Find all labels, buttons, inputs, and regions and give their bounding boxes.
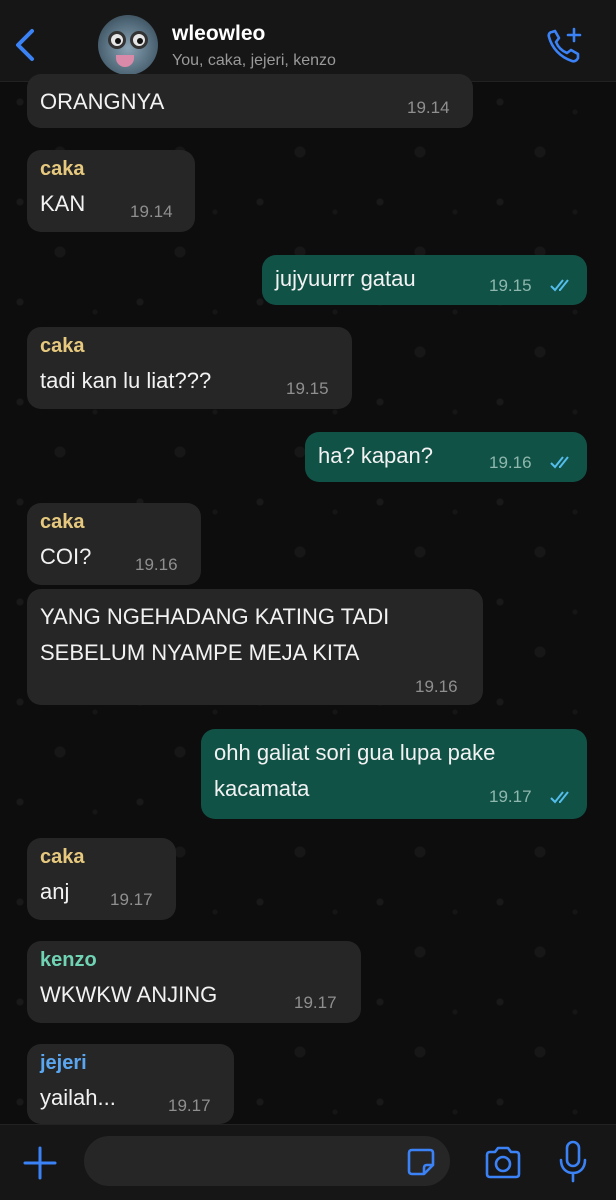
message-bubble-incoming[interactable]: kenzo WKWKW ANJING 19.17 — [27, 941, 361, 1023]
message-bubble-incoming[interactable]: caka KAN 19.14 — [27, 150, 195, 232]
microphone-icon[interactable] — [556, 1139, 590, 1185]
chat-title[interactable]: wleowleo — [172, 22, 265, 46]
add-call-icon[interactable] — [544, 26, 584, 66]
message-text: YANG NGEHADANG KATING TADI SEBELUM NYAMP… — [40, 604, 390, 665]
message-time: 19.16 — [489, 453, 532, 472]
message-time: 19.15 — [489, 276, 532, 295]
read-receipt-icon — [550, 279, 569, 292]
sender-name[interactable]: caka — [40, 511, 85, 534]
read-receipt-icon — [550, 456, 569, 469]
message-text: COI? — [40, 544, 92, 569]
read-receipt-icon — [550, 791, 569, 804]
message-bubble-outgoing[interactable]: jujyuurrr gatau 19.15 — [262, 255, 587, 305]
message-text: ORANGNYA — [40, 89, 165, 114]
message-text: anj — [40, 879, 70, 904]
sender-name[interactable]: kenzo — [40, 949, 97, 972]
message-bubble-incoming[interactable]: caka COI? 19.16 — [27, 503, 201, 585]
message-text: WKWKW ANJING — [40, 982, 218, 1007]
message-text: ha? kapan? — [318, 443, 433, 468]
message-text: tadi kan lu liat??? — [40, 368, 212, 393]
composer-bar — [0, 1124, 616, 1200]
message-text: yailah... — [40, 1085, 116, 1110]
message-bubble-incoming[interactable]: jejeri yailah... 19.17 — [27, 1044, 234, 1124]
message-time: 19.14 — [130, 202, 173, 221]
message-time: 19.16 — [415, 677, 458, 696]
plus-icon[interactable] — [20, 1143, 60, 1183]
message-time: 19.17 — [489, 787, 532, 806]
message-time: 19.14 — [407, 98, 450, 117]
sender-name[interactable]: caka — [40, 335, 85, 358]
sender-name[interactable]: caka — [40, 158, 85, 181]
message-text: KAN — [40, 191, 86, 216]
sender-name[interactable]: caka — [40, 846, 85, 869]
message-time: 19.15 — [286, 379, 329, 398]
participants-subtitle[interactable]: You, caka, jejeri, kenzo — [172, 52, 336, 70]
message-bubble-incoming[interactable]: caka tadi kan lu liat??? 19.15 — [27, 327, 352, 409]
sender-name[interactable]: jejeri — [40, 1052, 87, 1075]
message-bubble-incoming[interactable]: YANG NGEHADANG KATING TADI SEBELUM NYAMP… — [27, 589, 483, 705]
message-text: jujyuurrr gatau — [275, 266, 416, 291]
camera-icon[interactable] — [482, 1143, 524, 1183]
back-chevron-icon[interactable] — [10, 25, 42, 65]
message-bubble-outgoing[interactable]: ohh galiat sori gua lupa pake kacamata 1… — [201, 729, 587, 819]
message-time: 19.16 — [135, 555, 178, 574]
message-bubble-incoming[interactable]: ORANGNYA 19.14 — [27, 74, 473, 128]
chat-header: wleowleo You, caka, jejeri, kenzo — [0, 0, 616, 82]
message-text: ohh galiat sori gua lupa pake kacamata — [214, 740, 496, 801]
message-time: 19.17 — [294, 993, 337, 1012]
message-time: 19.17 — [168, 1096, 211, 1115]
message-input[interactable] — [84, 1136, 450, 1186]
message-bubble-outgoing[interactable]: ha? kapan? 19.16 — [305, 432, 587, 482]
message-time: 19.17 — [110, 890, 153, 909]
sticker-icon[interactable] — [406, 1147, 436, 1177]
message-bubble-incoming[interactable]: caka anj 19.17 — [27, 838, 176, 920]
group-avatar[interactable] — [98, 15, 158, 75]
